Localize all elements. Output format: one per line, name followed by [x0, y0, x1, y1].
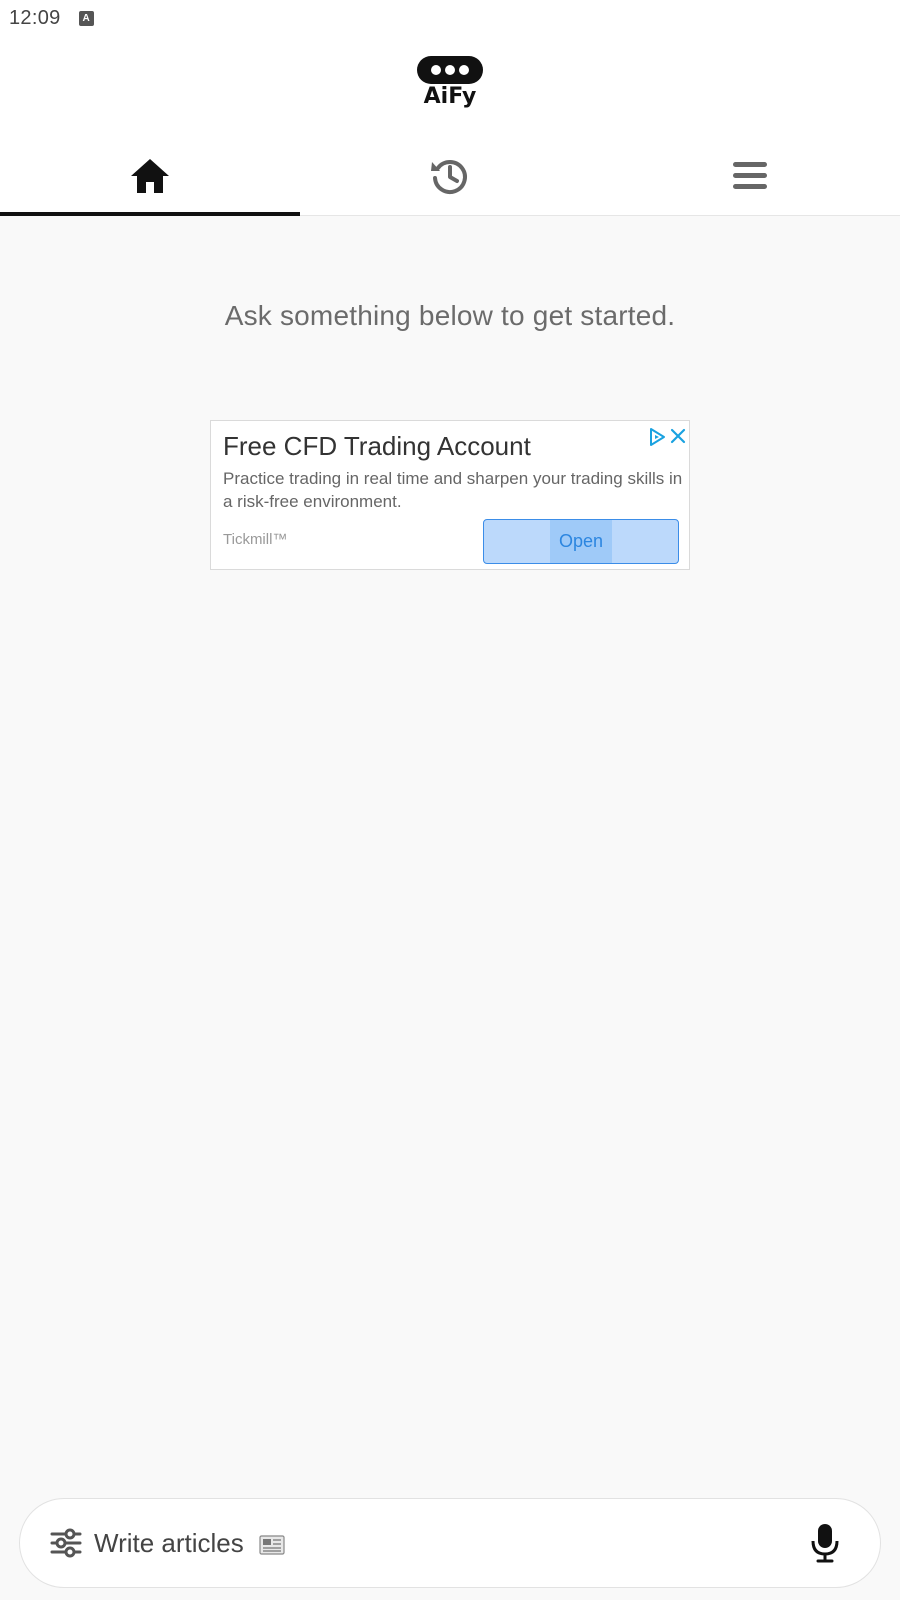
ad-open-label: Open	[558, 531, 604, 551]
sliders-icon[interactable]	[50, 1527, 82, 1559]
logo-badge	[417, 56, 483, 84]
ad-banner[interactable]: Free CFD Trading Account Practice tradin…	[210, 420, 690, 570]
ad-advertiser: Tickmill™	[223, 531, 288, 548]
empty-state-prompt: Ask something below to get started.	[224, 300, 676, 331]
close-icon[interactable]	[669, 427, 687, 445]
input-placeholder: Write articles	[94, 1527, 244, 1558]
prompt-input[interactable]: Write articles	[94, 1528, 810, 1559]
newspaper-icon	[259, 1535, 285, 1555]
menu-icon	[733, 162, 767, 189]
app-header: AiFy	[0, 36, 900, 216]
tab-bar	[0, 136, 900, 216]
ad-title[interactable]: Free CFD Trading Account	[223, 431, 531, 462]
status-time: 12:09	[9, 6, 61, 29]
history-icon	[431, 160, 467, 195]
microphone-icon[interactable]	[810, 1523, 840, 1563]
tab-history[interactable]	[300, 136, 600, 216]
prompt-input-bar[interactable]: Write articles	[19, 1498, 881, 1588]
app-screen: 12:09 A AiFy Ask something below to get …	[0, 0, 900, 1600]
tab-menu[interactable]	[600, 136, 900, 216]
ad-description: Practice trading in real time and sharpe…	[223, 469, 683, 511]
ad-open-button[interactable]: Open	[483, 519, 679, 564]
logo-text: AiFy	[423, 84, 477, 109]
text-a-icon: A	[78, 10, 94, 26]
home-icon	[131, 159, 169, 193]
ad-choices-icon[interactable]	[647, 427, 667, 447]
status-bar: 12:09 A	[0, 0, 900, 36]
app-logo: AiFy	[417, 56, 483, 116]
tab-home[interactable]	[0, 136, 300, 216]
